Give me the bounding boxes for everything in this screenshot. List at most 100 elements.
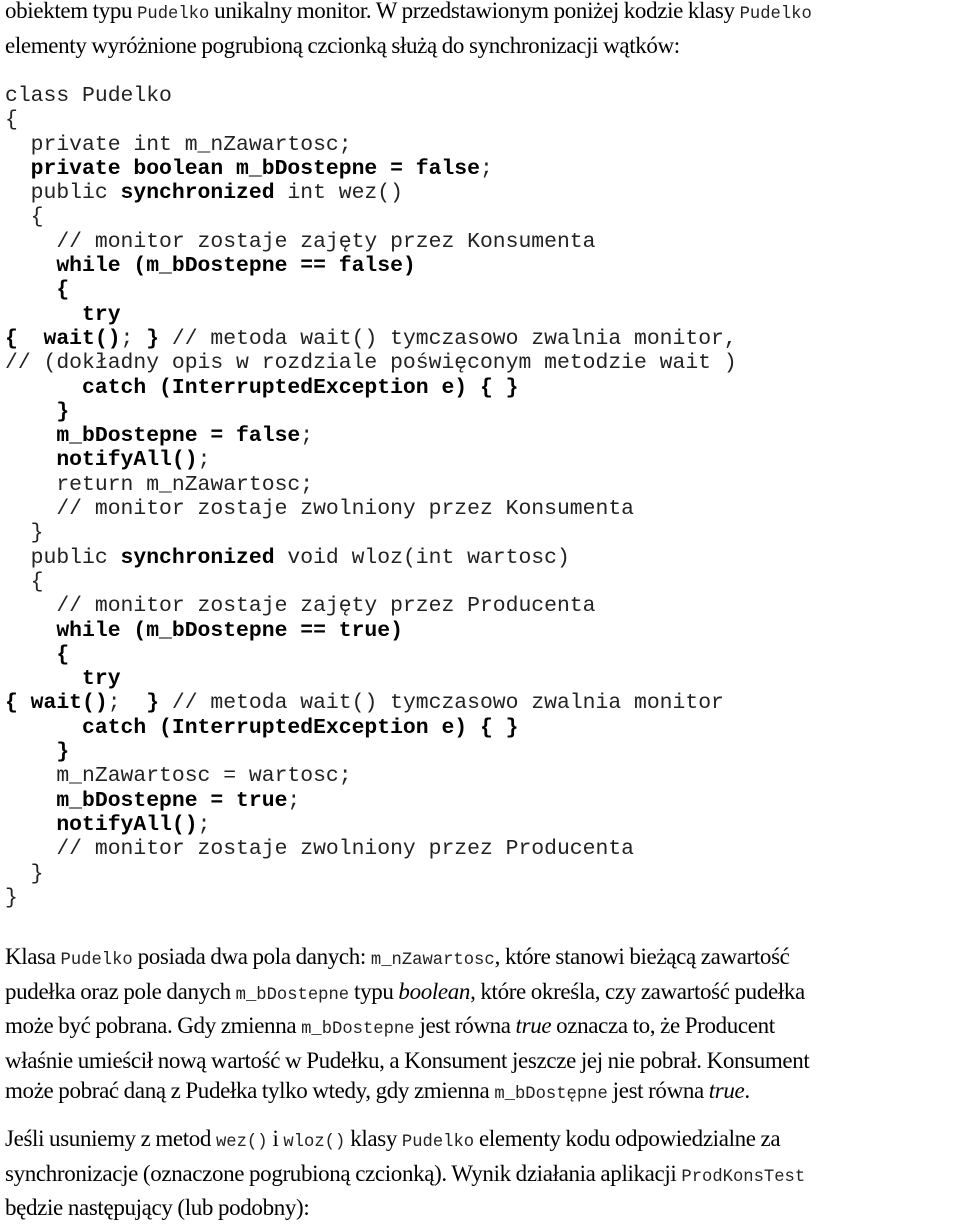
- code-text: int wez(): [274, 181, 403, 206]
- code-line: // monitor zostaje zajęty przez Producen…: [5, 594, 737, 618]
- intro-line: obiektem typu Pudelko unikalny monitor. …: [5, 0, 960, 31]
- code-line: {: [5, 278, 737, 302]
- code-line: private int m_nZawartosc;: [5, 133, 737, 157]
- code-line: {: [5, 108, 737, 132]
- inline-code: m_bDostepne: [235, 985, 350, 1005]
- code-bold-sync-element: }: [146, 326, 160, 351]
- code-line: {: [5, 205, 737, 229]
- inline-code: Pudelko: [401, 1133, 475, 1152]
- text-run: , które stanowi bieżącą zawartość: [494, 944, 790, 969]
- paragraph-line: Klasa Pudelko posiada dwa pola danych: m…: [5, 942, 960, 977]
- text-run: synchronizacje (oznaczone pogrubioną czc…: [5, 1160, 682, 1186]
- code-text: // metoda wait() tymczasowo zwalnia moni…: [159, 691, 724, 716]
- text-run: będzie następujący (lub podobny):: [5, 1195, 310, 1220]
- code-line: // monitor zostaje zwolniony przez Konsu…: [5, 497, 737, 521]
- text-run: właśnie umieścił nową wartość w Pudełku,…: [5, 1047, 810, 1073]
- code-text: public: [5, 545, 121, 570]
- paragraph-class-fields: Klasa Pudelko posiada dwa pola danych: m…: [5, 942, 960, 1111]
- italic-term: boolean: [398, 978, 471, 1004]
- code-bold-sync-element: private boolean m_bDostepne = false: [5, 156, 480, 181]
- code-text: // metoda wait() tymczasowo zwalnia moni…: [159, 326, 737, 351]
- text-run: elementy wyróżnione pogrubioną czcionką …: [5, 32, 680, 58]
- code-line: }: [5, 862, 737, 886]
- code-line: { wait(); } // metoda wait() tymczasowo …: [5, 327, 737, 351]
- text-run: .: [744, 1078, 750, 1103]
- code-bold-sync-element: {: [5, 642, 70, 667]
- code-line: }: [5, 740, 737, 764]
- inline-code: ProdKonsTest: [681, 1167, 806, 1187]
- inline-code: Pudelko: [739, 5, 812, 24]
- code-bold-sync-element: try: [5, 302, 121, 327]
- code-line: { wait(); } // metoda wait() tymczasowo …: [5, 691, 737, 715]
- code-text: {: [5, 108, 18, 133]
- text-run: klasy: [345, 1126, 402, 1151]
- code-line: {: [5, 643, 737, 667]
- text-run: jest równa: [414, 1013, 516, 1038]
- code-line: notifyAll();: [5, 448, 737, 472]
- code-text: // monitor zostaje zajęty przez Konsumen…: [5, 229, 596, 254]
- intro-paragraph: obiektem typu Pudelko unikalny monitor. …: [5, 0, 960, 61]
- inline-code: m_bDostepne: [301, 1020, 415, 1039]
- paragraph-synchronization-removal: Jeśli usuniemy z metod wez() i wloz() kl…: [5, 1124, 960, 1224]
- code-line: {: [5, 570, 737, 594]
- code-bold-sync-element: m_bDostepne = true: [5, 788, 288, 813]
- code-bold-sync-element: synchronized: [120, 181, 275, 206]
- text-run: unikalny monitor. W przedstawionym poniż…: [209, 0, 740, 23]
- code-text: {: [5, 205, 44, 230]
- code-text: public: [5, 181, 121, 206]
- code-line: while (m_bDostepne == true): [5, 619, 737, 643]
- code-bold-sync-element: notifyAll(): [5, 448, 198, 473]
- code-listing-pudelko: class Pudelko{ private int m_nZawartosc;…: [5, 84, 737, 910]
- text-run: typu: [349, 978, 399, 1004]
- code-line: catch (InterruptedException e) { }: [5, 376, 737, 400]
- code-text: {: [5, 569, 44, 594]
- text-run: i: [267, 1126, 284, 1151]
- paragraph-line: pudełka oraz pole danych m_bDostepne typ…: [5, 977, 960, 1012]
- code-line: notifyAll();: [5, 813, 737, 837]
- code-bold-sync-element: synchronized: [120, 545, 275, 570]
- text-run: elementy kodu odpowiedzialne za: [474, 1126, 781, 1151]
- inline-code: m_bDostępne: [494, 1085, 608, 1104]
- text-run: oznacza to, że Producent: [551, 1013, 775, 1038]
- code-text: }: [5, 861, 44, 886]
- inline-code: wez(): [215, 1133, 268, 1152]
- code-line: return m_nZawartosc;: [5, 473, 737, 497]
- code-text: ;: [300, 424, 314, 449]
- code-bold-sync-element: { wait(): [5, 326, 121, 351]
- paragraph-line: może pobrać daną z Pudełka tylko wtedy, …: [5, 1076, 960, 1111]
- code-bold-sync-element: }: [5, 399, 70, 424]
- code-text: void wloz(int wartosc): [274, 545, 570, 570]
- code-line: // monitor zostaje zajęty przez Konsumen…: [5, 230, 737, 254]
- code-bold-sync-element: }: [146, 691, 160, 716]
- code-line: try: [5, 303, 737, 327]
- code-line: public synchronized void wloz(int wartos…: [5, 546, 737, 570]
- code-bold-sync-element: catch (InterruptedException e) { }: [5, 715, 519, 740]
- code-bold-sync-element: { wait(): [5, 691, 108, 716]
- text-run: Klasa: [5, 944, 61, 969]
- code-bold-sync-element: catch (InterruptedException e) { }: [5, 375, 519, 400]
- code-bold-sync-element: notifyAll(): [5, 812, 198, 837]
- code-text: }: [5, 521, 44, 546]
- code-bold-sync-element: {: [5, 278, 70, 303]
- code-text: class Pudelko: [5, 84, 172, 108]
- code-line: m_bDostepne = true;: [5, 789, 737, 813]
- paragraph-line: właśnie umieścił nową wartość w Pudełku,…: [5, 1046, 960, 1077]
- code-text: ;: [120, 326, 147, 351]
- code-text: // monitor zostaje zwolniony przez Konsu…: [5, 497, 634, 522]
- code-line: }: [5, 886, 737, 910]
- paragraph-line: Jeśli usuniemy z metod wez() i wloz() kl…: [5, 1124, 960, 1159]
- code-text: }: [5, 885, 18, 910]
- code-bold-sync-element: try: [5, 667, 121, 692]
- code-text: // monitor zostaje zajęty przez Producen…: [5, 594, 596, 619]
- text-run: jest równa: [607, 1078, 709, 1103]
- inline-code: wloz(): [283, 1133, 346, 1152]
- code-text: ;: [287, 788, 301, 813]
- text-run: obiektem typu: [5, 0, 138, 23]
- code-line: private boolean m_bDostepne = false;: [5, 157, 737, 181]
- code-text: return m_nZawartosc;: [5, 472, 314, 497]
- text-run: może być pobrana. Gdy zmienna: [5, 1013, 302, 1038]
- paragraph-line: synchronizacje (oznaczone pogrubioną czc…: [5, 1159, 960, 1194]
- code-bold-sync-element: }: [5, 740, 70, 765]
- code-line: m_nZawartosc = wartosc;: [5, 764, 737, 788]
- code-line: m_bDostepne = false;: [5, 424, 737, 448]
